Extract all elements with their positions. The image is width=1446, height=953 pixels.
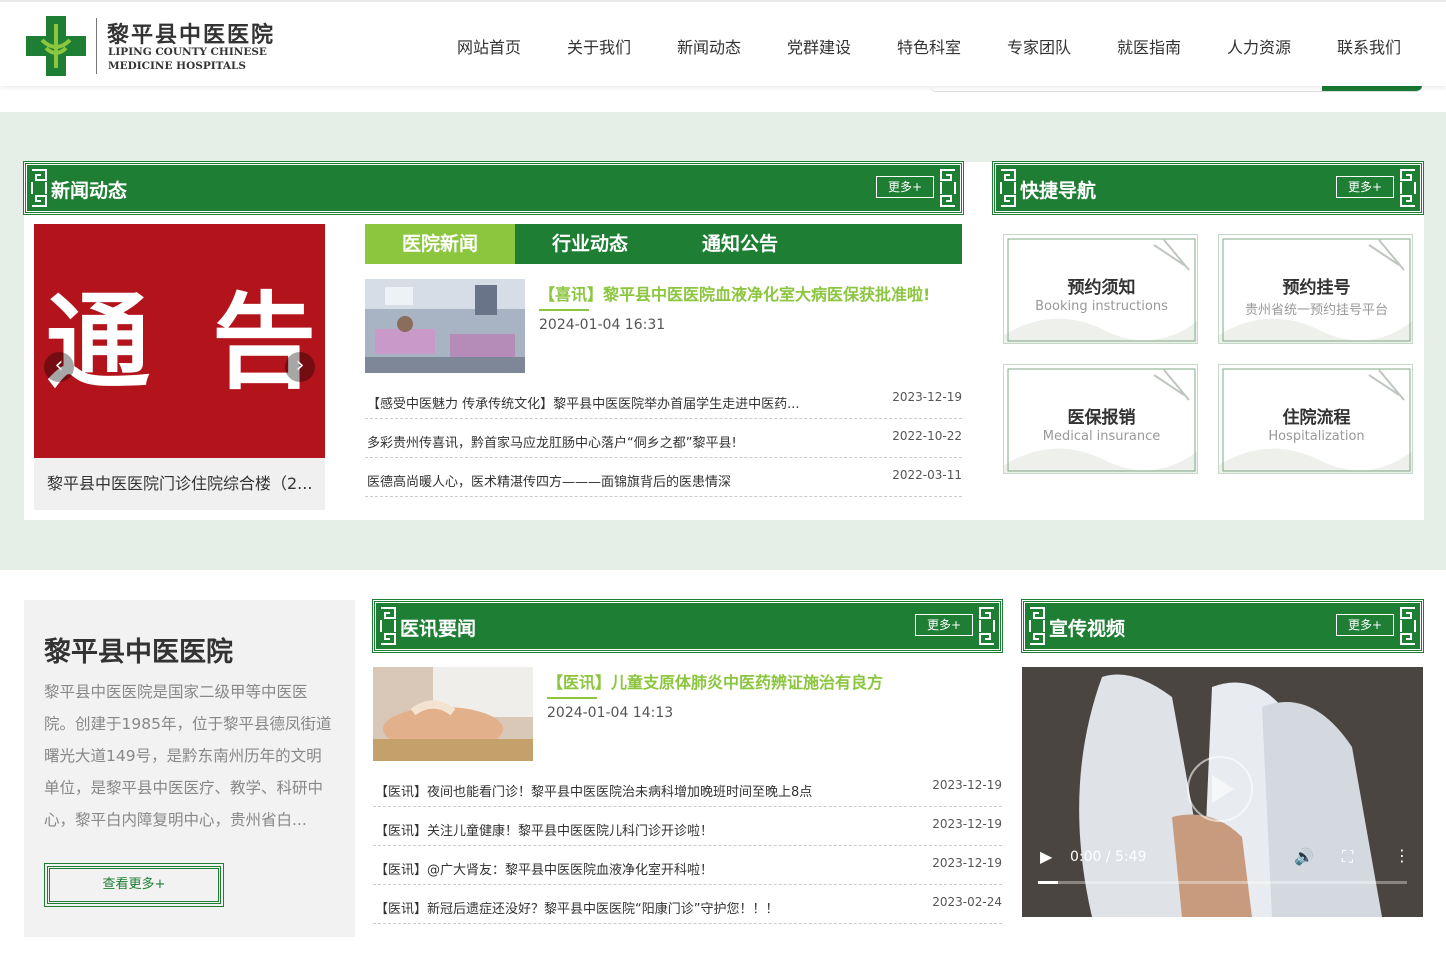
quicknav-card-title: 住院流程 <box>1282 408 1351 428</box>
list-item-text[interactable]: 【感受中医魅力 传承传统文化】黎平县中医医院举办首届学生走进中医药... <box>367 393 847 412</box>
medical-featured-image[interactable] <box>373 667 533 761</box>
list-item-date: 2023-12-19 <box>892 390 962 404</box>
fret-ornament-icon <box>979 607 995 645</box>
quicknav-card-booking-notice[interactable]: 预约须知 Booking instructions <box>1003 234 1198 344</box>
news-more-button[interactable]: 更多+ <box>876 176 934 198</box>
news-featured-title[interactable]: 【喜讯】黎平县中医医院血液净化室大病医保获批准啦! <box>539 281 930 305</box>
banner-char: 告 <box>212 281 317 403</box>
nav-contact[interactable]: 联系我们 <box>1314 34 1424 58</box>
chevron-left-icon[interactable]: ‹ <box>44 352 74 382</box>
list-item-date: 2022-03-11 <box>892 468 962 482</box>
list-item[interactable]: 【医讯】夜间也能看门诊！黎平县中医医院治未病科增加晚班时间至晚上8点 2023-… <box>373 768 1002 807</box>
about-title: 黎平县中医医院 <box>44 637 233 668</box>
list-item[interactable]: 【医讯】@广大肾友：黎平县中医医院血液净化室开科啦！ 2023-12-19 <box>373 846 1002 885</box>
medical-titlebar: 医讯要闻 更多+ <box>372 599 1003 653</box>
volume-icon[interactable]: 🔊 <box>1294 847 1314 866</box>
medical-title: 医讯要闻 <box>400 618 477 640</box>
logo-name-en: LIPING COUNTY CHINESE MEDICINE HOSPITALS <box>108 46 267 72</box>
quicknav-card-subtitle: Booking instructions <box>1035 299 1168 314</box>
tab-hospital-news[interactable]: 医院新闻 <box>365 224 515 264</box>
fret-ornament-icon <box>1029 607 1045 645</box>
list-item-text[interactable]: 【医讯】@广大肾友：黎平县中医医院血液净化室开科啦！ <box>375 859 915 878</box>
fullscreen-icon[interactable]: ⛶ <box>1342 847 1353 867</box>
quicknav-card-insurance[interactable]: 医保报销 Medical insurance <box>1003 364 1198 474</box>
quicknav-card-title: 预约挂号 <box>1282 278 1351 298</box>
fret-ornament-icon <box>1000 169 1016 207</box>
site-header: 黎平县中医医院 LIPING COUNTY CHINESE MEDICINE H… <box>0 0 1446 86</box>
list-item-date: 2023-02-24 <box>932 895 1002 909</box>
nav-about[interactable]: 关于我们 <box>544 34 654 58</box>
chevron-right-icon[interactable]: › <box>285 352 315 382</box>
about-panel: 黎平县中医医院 黎平县中医医院是国家二级甲等中医医院。创建于1985年，位于黎平… <box>24 600 355 937</box>
video-titlebar: 宣传视频 更多+ <box>1021 599 1424 653</box>
news-tabs: 医院新闻 行业动态 通知公告 <box>365 224 962 264</box>
nav-experts[interactable]: 专家团队 <box>984 34 1094 58</box>
medical-featured-title[interactable]: 【医讯】儿童支原体肺炎中医药辨证施治有良方 <box>547 669 883 693</box>
list-item[interactable]: 多彩贵州传喜讯，黔首家马应龙肛肠中心落户“侗乡之都”黎平县! 2022-10-2… <box>365 419 962 458</box>
list-item-text[interactable]: 医德高尚暖人心，医术精湛传四方———面锦旗背后的医患情深 <box>367 471 847 490</box>
video-more-button[interactable]: 更多+ <box>1336 614 1394 636</box>
list-item-text[interactable]: 【医讯】夜间也能看门诊！黎平县中医医院治未病科增加晚班时间至晚上8点 <box>375 781 915 800</box>
quicknav-card-hospitalization[interactable]: 住院流程 Hospitalization <box>1218 364 1413 474</box>
medical-featured-date: 2024-01-04 14:13 <box>547 705 674 721</box>
list-item-text[interactable]: 【医讯】关注儿童健康！黎平县中医医院儿科门诊开诊啦！ <box>375 820 915 839</box>
about-more-button[interactable]: 查看更多+ <box>44 863 224 907</box>
list-item-date: 2023-12-19 <box>932 778 1002 792</box>
more-options-icon[interactable]: ⋮ <box>1394 846 1410 865</box>
nav-departments[interactable]: 特色科室 <box>874 34 984 58</box>
nav-guide[interactable]: 就医指南 <box>1094 34 1204 58</box>
quicknav-card-title: 预约须知 <box>1067 278 1136 298</box>
accent-line <box>547 697 597 699</box>
list-item[interactable]: 【感受中医魅力 传承传统文化】黎平县中医医院举办首届学生走进中医药... 202… <box>365 380 962 419</box>
main-nav: 网站首页 关于我们 新闻动态 党群建设 特色科室 专家团队 就医指南 人力资源 … <box>434 34 1424 58</box>
list-item-text[interactable]: 多彩贵州传喜讯，黔首家马应龙肛肠中心落户“侗乡之都”黎平县! <box>367 432 847 451</box>
nav-news[interactable]: 新闻动态 <box>654 34 764 58</box>
fret-ornament-icon <box>1400 169 1416 207</box>
video-frame-image <box>1022 667 1423 917</box>
list-item[interactable]: 【医讯】关注儿童健康！黎平县中医医院儿科门诊开诊啦！ 2023-12-19 <box>373 807 1002 846</box>
quicknav-card-subtitle: 贵州省统一预约挂号平台 <box>1244 303 1388 318</box>
quicknav-titlebar: 快捷导航 更多+ <box>992 161 1424 215</box>
banner-caption[interactable]: 黎平县中医医院门诊住院综合楼（2... <box>34 458 325 510</box>
news-featured-date: 2024-01-04 16:31 <box>539 317 666 333</box>
logo-divider <box>96 18 97 74</box>
video-title: 宣传视频 <box>1049 618 1126 640</box>
list-item[interactable]: 医德高尚暖人心，医术精湛传四方———面锦旗背后的医患情深 2022-03-11 <box>365 458 962 497</box>
nav-party[interactable]: 党群建设 <box>764 34 874 58</box>
accent-line <box>539 309 589 311</box>
fret-ornament-icon <box>31 169 47 207</box>
tab-notices[interactable]: 通知公告 <box>665 224 815 264</box>
news-title: 新闻动态 <box>51 180 128 202</box>
quicknav-card-subtitle: Hospitalization <box>1268 429 1365 444</box>
fret-ornament-icon <box>380 607 396 645</box>
quicknav-card-appointment[interactable]: 预约挂号 贵州省统一预约挂号平台 <box>1218 234 1413 344</box>
tab-industry-news[interactable]: 行业动态 <box>515 224 665 264</box>
list-item-date: 2023-12-19 <box>932 817 1002 831</box>
nav-hr[interactable]: 人力资源 <box>1204 34 1314 58</box>
hospital-logo[interactable] <box>24 14 88 78</box>
medical-more-button[interactable]: 更多+ <box>915 614 973 636</box>
list-item-date: 2022-10-22 <box>892 429 962 443</box>
fret-ornament-icon <box>940 169 956 207</box>
fret-ornament-icon <box>1400 607 1416 645</box>
list-item-date: 2023-12-19 <box>932 856 1002 870</box>
news-banner[interactable]: 通 告 ‹ › <box>34 224 325 458</box>
promo-video-player[interactable]: ▶ 0:00 / 5:49 🔊 ⛶ ⋮ <box>1022 667 1423 917</box>
video-time: 0:00 / 5:49 <box>1070 849 1147 865</box>
news-featured-image[interactable] <box>365 279 525 373</box>
search-bar[interactable] <box>930 86 1422 92</box>
quicknav-card-subtitle: Medical insurance <box>1042 429 1161 444</box>
nav-home[interactable]: 网站首页 <box>434 34 544 58</box>
quicknav-more-button[interactable]: 更多+ <box>1336 176 1394 198</box>
list-item-text[interactable]: 【医讯】新冠后遗症还没好？黎平县中医医院“阳康门诊”守护您！！！ <box>375 898 915 917</box>
search-button[interactable] <box>1322 86 1422 91</box>
list-item[interactable]: 【医讯】新冠后遗症还没好？黎平县中医医院“阳康门诊”守护您！！！ 2023-02… <box>373 885 1002 924</box>
play-icon[interactable]: ▶ <box>1040 847 1052 866</box>
banner-char: 通 <box>46 281 151 403</box>
about-text: 黎平县中医医院是国家二级甲等中医医院。创建于1985年，位于黎平县德凤街道曙光大… <box>44 683 332 829</box>
news-titlebar: 新闻动态 更多+ <box>23 161 964 215</box>
quicknav-card-title: 医保报销 <box>1067 408 1136 428</box>
quicknav-title: 快捷导航 <box>1020 180 1097 202</box>
